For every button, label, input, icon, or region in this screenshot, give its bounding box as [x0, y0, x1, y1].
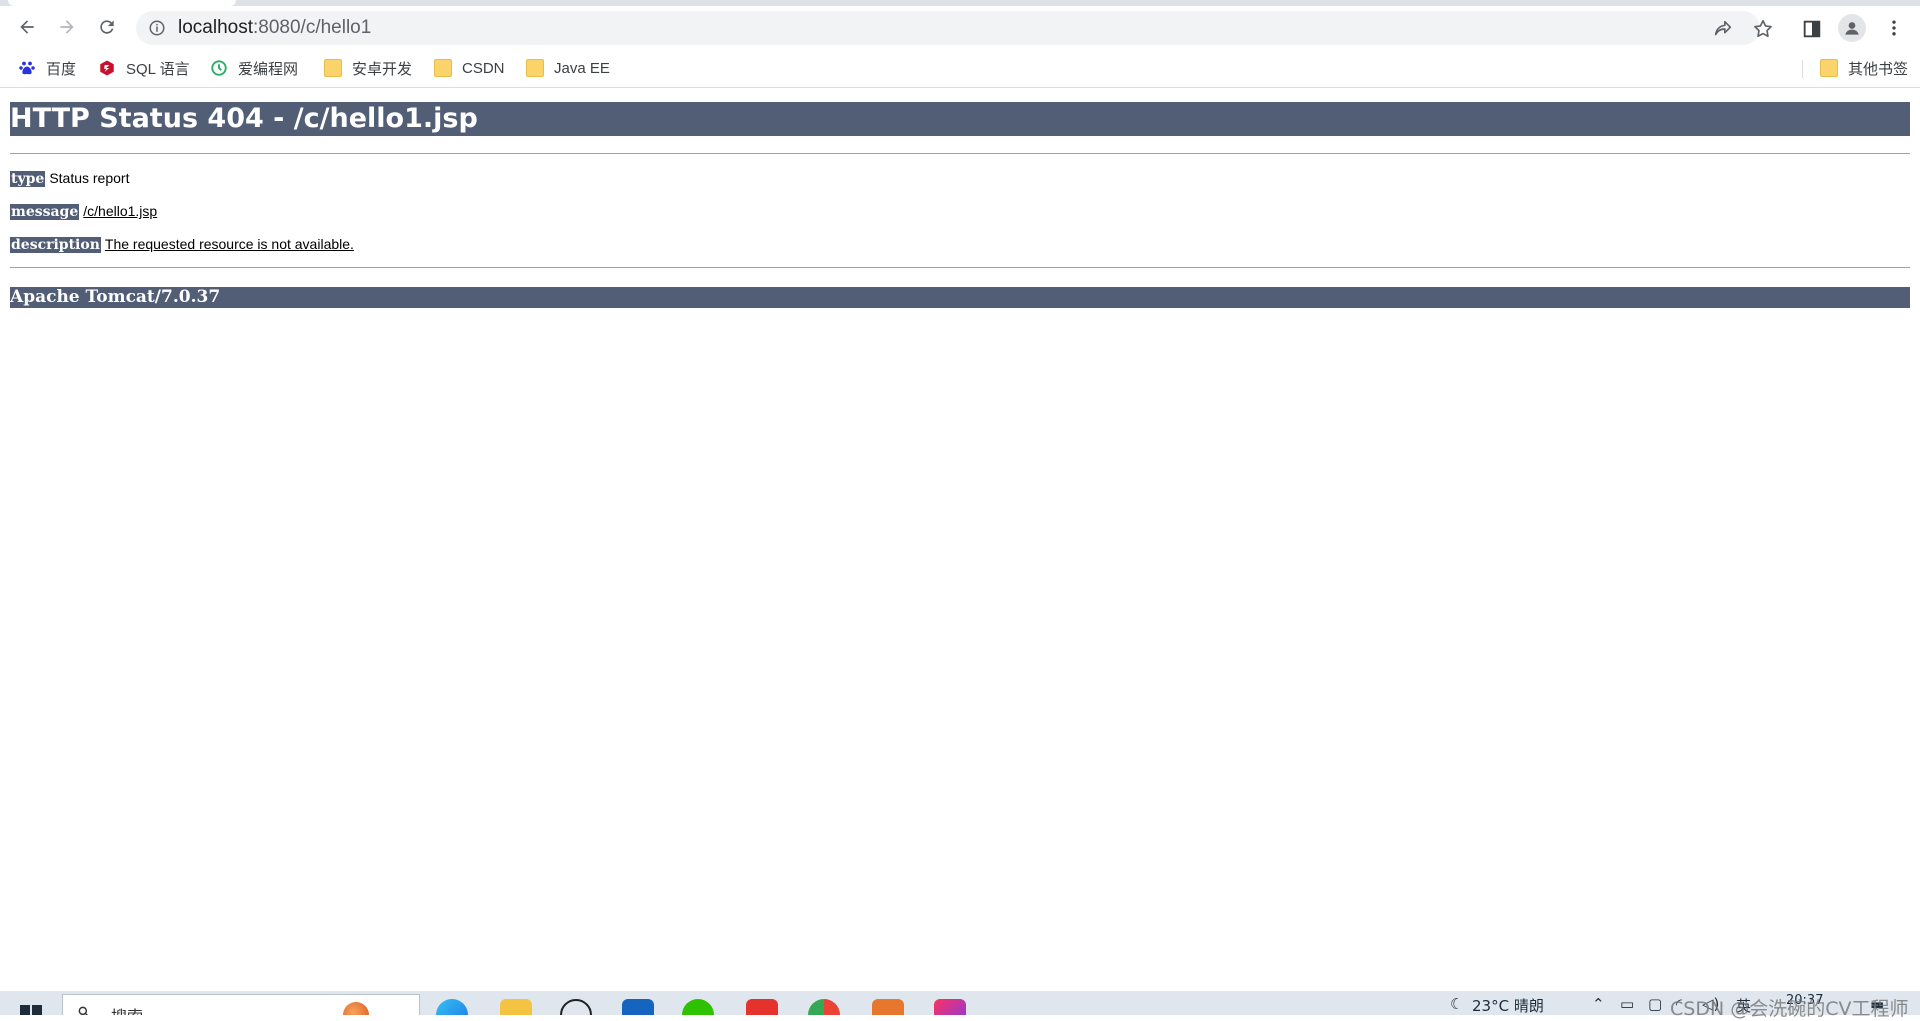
bookmark-folder-javaee[interactable]: Java EE	[526, 56, 610, 80]
bookmarks-separator	[1802, 60, 1803, 78]
message-row: message/c/hello1.jsp	[10, 201, 157, 221]
bookmark-label: CSDN	[462, 59, 505, 77]
server-footer: Apache Tomcat/7.0.37	[10, 287, 1910, 308]
forward-button[interactable]	[53, 13, 81, 41]
bookmarks-bar: 百度 SQL 语言 爱编程网 安卓开发 CSDN Java EE 其他书签	[0, 48, 1920, 88]
battery-icon[interactable]: ▢	[1648, 995, 1662, 1013]
arrow-left-icon	[20, 20, 34, 34]
message-value: /c/hello1.jsp	[83, 203, 158, 219]
network-icon[interactable]: ▭	[1620, 995, 1634, 1013]
menu-button[interactable]	[1880, 14, 1908, 42]
reload-button[interactable]	[93, 13, 121, 41]
type-label: type	[10, 171, 46, 187]
folder-icon	[434, 59, 452, 77]
address-text[interactable]: localhost:8080/c/hello1	[178, 11, 371, 45]
bookmark-folder-android[interactable]: 安卓开发	[324, 56, 412, 80]
bookmark-label: 其他书签	[1848, 60, 1909, 78]
profile-button[interactable]	[1838, 14, 1866, 42]
app-icon[interactable]	[872, 999, 904, 1015]
message-label: message	[10, 204, 80, 220]
page-title: HTTP Status 404 - /c/hello1.jsp	[10, 102, 1910, 136]
bookmark-other[interactable]: 其他书签	[1820, 56, 1908, 80]
clock-logo-icon	[211, 60, 227, 76]
type-value: Status report	[49, 170, 130, 186]
bookmark-sql[interactable]: SQL 语言	[98, 56, 190, 80]
chrome-icon[interactable]	[808, 999, 840, 1015]
back-button[interactable]	[13, 13, 41, 41]
page-content: HTTP Status 404 - /c/hello1.jsp type Stat…	[0, 89, 1920, 991]
divider	[10, 267, 1910, 268]
mail-icon[interactable]	[622, 999, 654, 1015]
weather-text[interactable]: 23°C 晴朗	[1472, 995, 1544, 1015]
bookmark-label: 百度	[46, 60, 77, 78]
bookmark-label: 爱编程网	[238, 60, 299, 78]
edge-icon[interactable]	[436, 999, 468, 1015]
bookmark-label: 安卓开发	[352, 60, 413, 78]
description-label: description	[10, 237, 101, 253]
taskbar-search[interactable]: 搜索	[62, 994, 420, 1015]
search-highlight-icon	[343, 1002, 369, 1015]
arrow-right-icon	[60, 20, 74, 34]
taskbar: 搜索 ☾ 23°C 晴朗 ⌃ ▭ ▢ ◜ ◁) 英 20:37 ▬	[0, 991, 1920, 1015]
description-value: The requested resource is not available.	[104, 236, 354, 252]
sql-logo-icon	[100, 60, 114, 76]
intellij-icon[interactable]	[934, 999, 966, 1015]
star-icon[interactable]	[1752, 18, 1774, 40]
watermark-text: CSDN @会洗碗的CV工程师	[1670, 998, 1909, 1020]
bookmark-aibiancheng[interactable]: 爱编程网	[210, 56, 298, 80]
avatar-icon	[1845, 22, 1859, 35]
search-placeholder: 搜索	[111, 1003, 143, 1015]
kebab-menu-icon	[1892, 20, 1896, 36]
bookmark-label: SQL 语言	[126, 60, 190, 78]
info-icon[interactable]	[148, 19, 166, 37]
type-row: type Status report	[10, 168, 129, 188]
description-row: description The requested resource is not…	[10, 234, 354, 254]
folder-icon	[1820, 59, 1838, 77]
chevron-up-icon[interactable]: ⌃	[1592, 995, 1605, 1013]
bookmark-label: Java EE	[554, 59, 610, 77]
bookmark-baidu[interactable]: 百度	[18, 56, 76, 80]
wechat-icon[interactable]	[682, 999, 714, 1015]
address-path: :8080/c/hello1	[253, 17, 372, 38]
bookmark-folder-csdn[interactable]: CSDN	[434, 56, 505, 80]
folder-icon	[324, 59, 342, 77]
folder-icon	[526, 59, 544, 77]
browser-toolbar: localhost:8080/c/hello1	[0, 6, 1920, 48]
file-explorer-icon[interactable]	[500, 999, 532, 1015]
wps-icon[interactable]	[746, 999, 778, 1015]
search-icon	[78, 1006, 89, 1015]
app-icon[interactable]	[560, 999, 592, 1015]
weather-icon[interactable]: ☾	[1450, 995, 1463, 1013]
windows-start-icon[interactable]	[20, 1005, 42, 1015]
side-panel-icon[interactable]	[1801, 18, 1823, 40]
address-host: localhost	[178, 17, 253, 38]
reload-icon	[100, 20, 114, 34]
divider	[10, 153, 1910, 154]
address-bar[interactable]: localhost:8080/c/hello1	[136, 11, 1760, 45]
share-icon[interactable]	[1712, 18, 1734, 40]
baidu-paw-icon	[19, 61, 35, 75]
